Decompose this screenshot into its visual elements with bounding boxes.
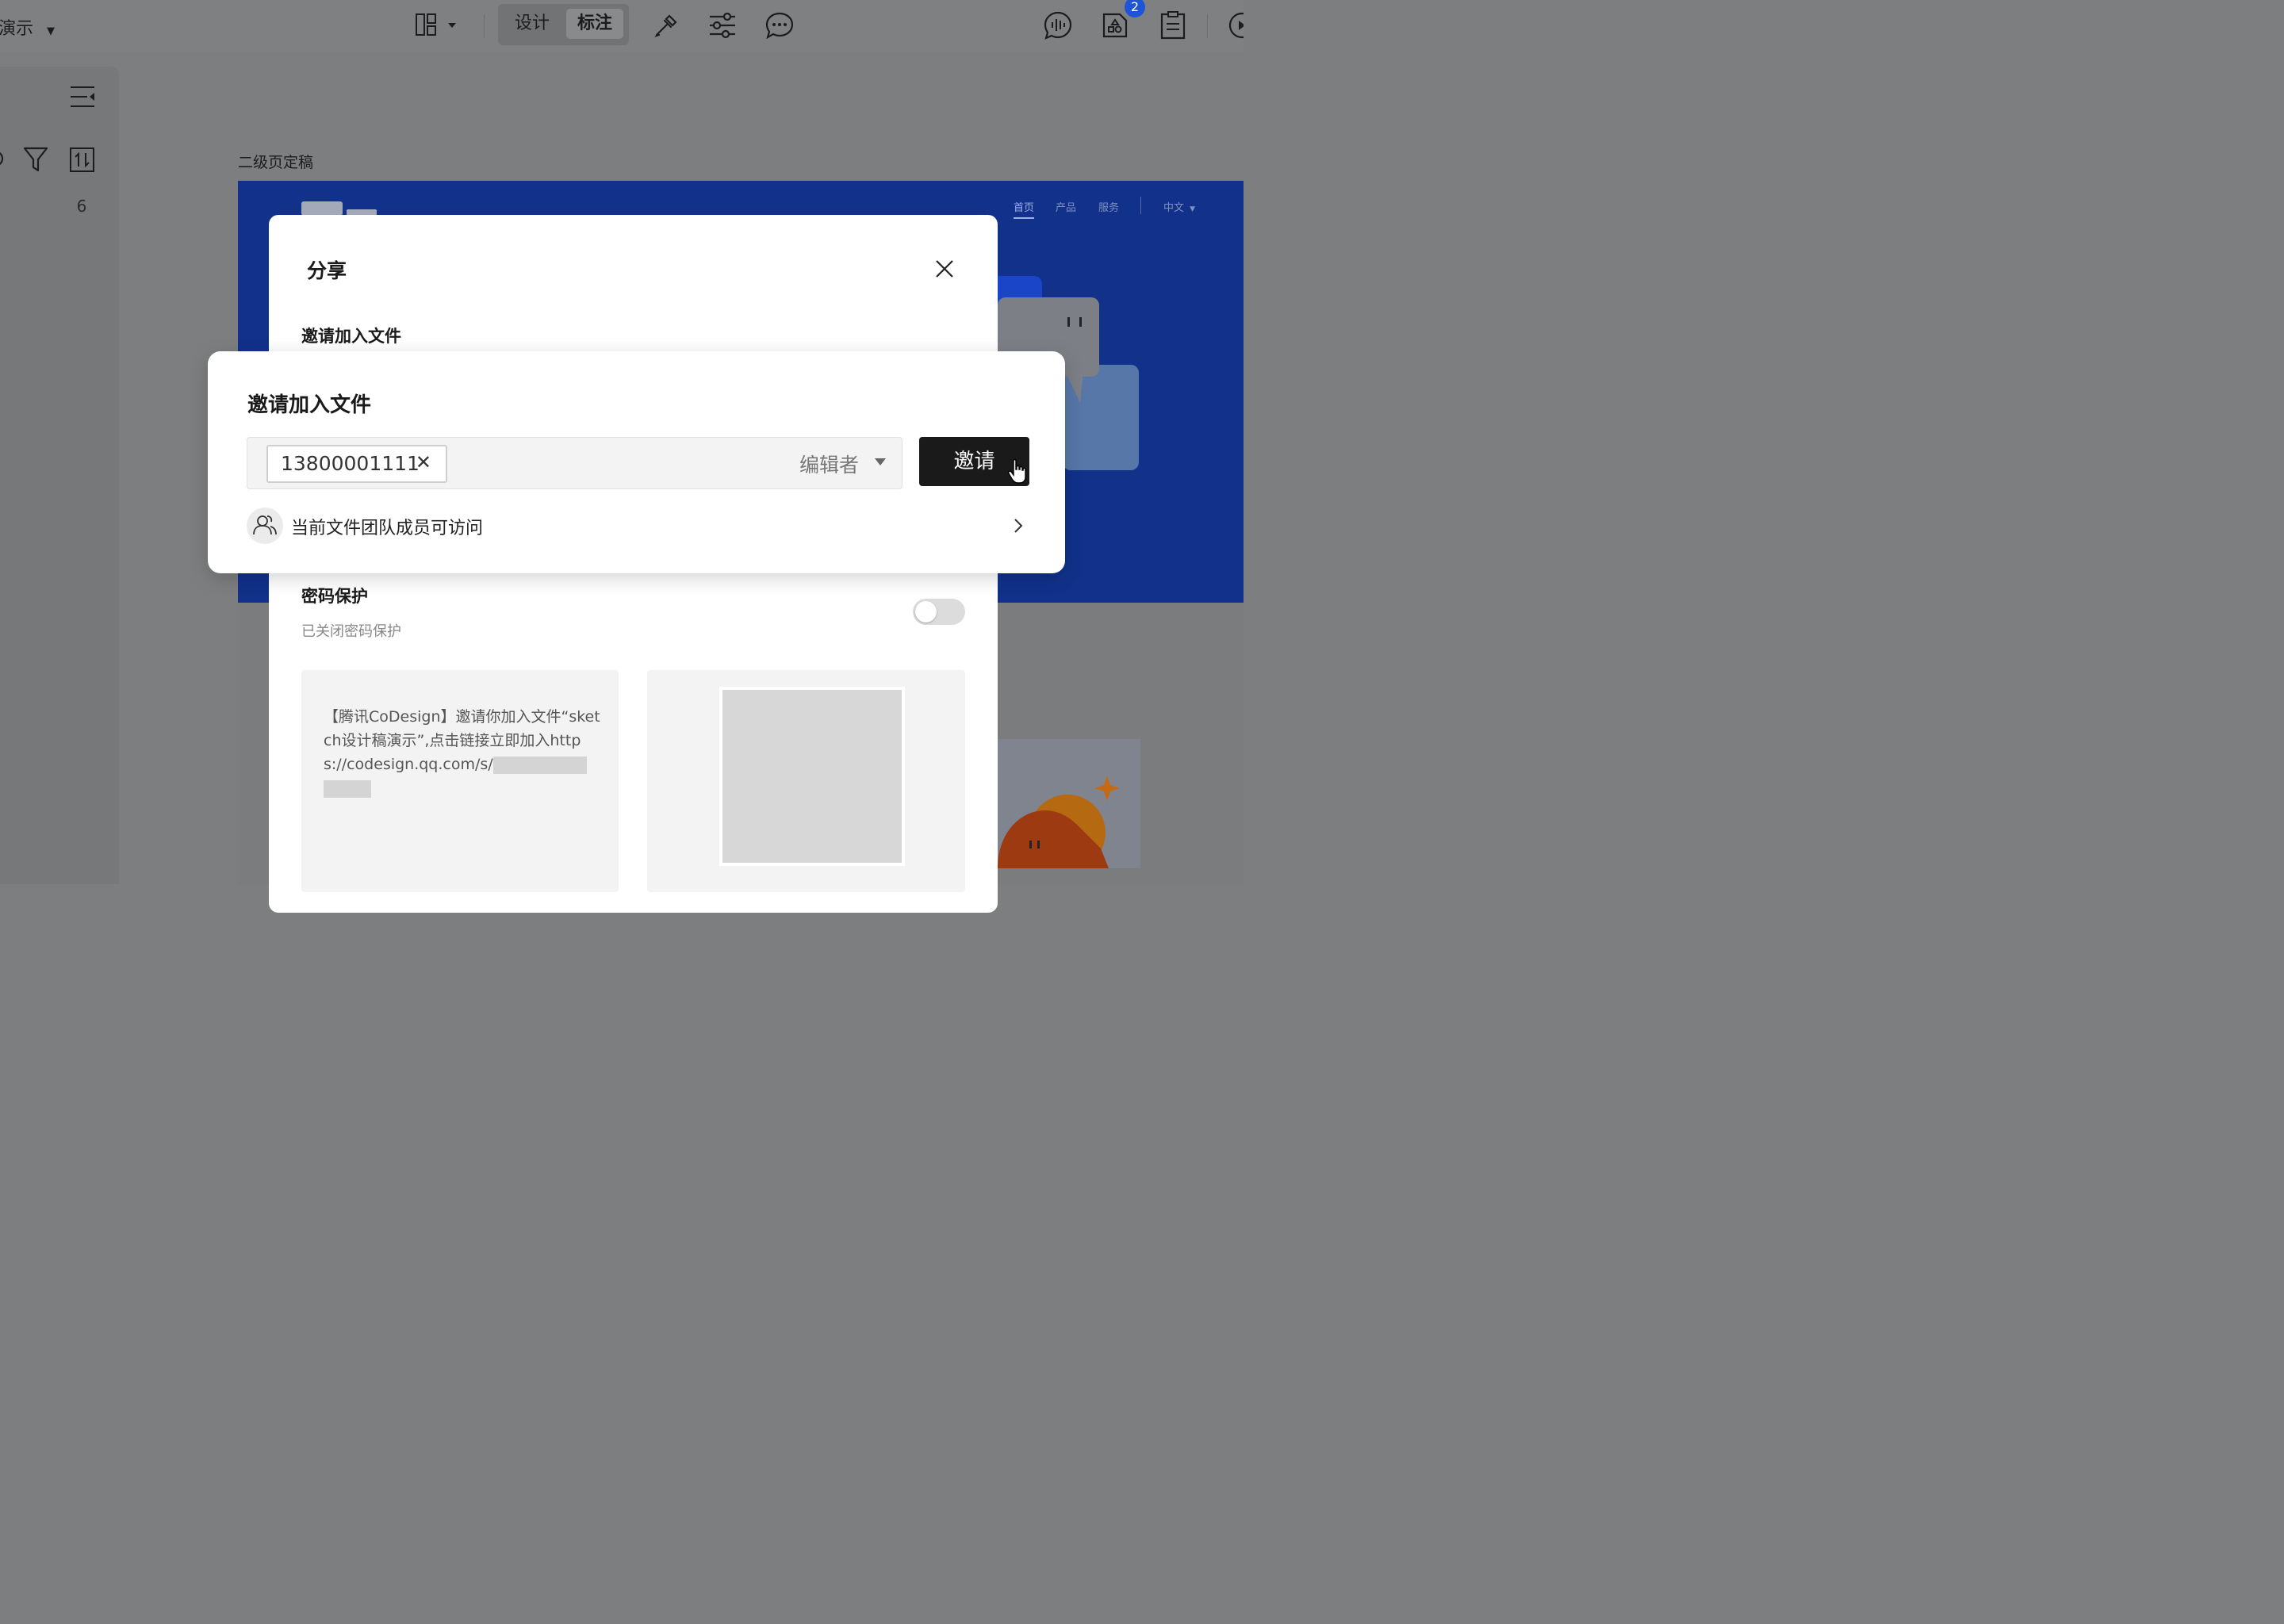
item-count: 6	[76, 197, 87, 216]
close-button[interactable]	[933, 258, 956, 283]
assets-button[interactable]	[1101, 11, 1129, 43]
chat-bubble-tail-icon	[1066, 373, 1083, 403]
clipboard-icon	[1160, 11, 1186, 40]
artboard-nav-home: 首页	[1014, 199, 1035, 219]
chevron-down-icon: ▼	[1190, 205, 1196, 213]
presentation-label: 演示	[0, 19, 34, 39]
team-avatar	[247, 508, 283, 544]
comment-button[interactable]	[765, 11, 795, 43]
artboard-nav-language: 中文 ▼	[1163, 199, 1195, 214]
password-toggle[interactable]	[913, 599, 965, 625]
artboard-nav-services: 服务	[1098, 202, 1120, 214]
notes-button[interactable]	[1159, 10, 1186, 44]
eyedropper-button[interactable]	[652, 11, 680, 43]
comment-icon	[765, 12, 794, 40]
sort-icon	[70, 147, 94, 172]
present-button[interactable]	[1226, 11, 1255, 43]
hand-cursor-icon	[1008, 458, 1026, 484]
close-icon	[936, 260, 953, 278]
password-protection-title: 密码保护	[301, 587, 368, 606]
artboard-nav-products: 产品	[1056, 202, 1077, 214]
share-dialog-title: 分享	[307, 259, 347, 282]
team-members-icon	[253, 515, 277, 535]
assets-icon	[1102, 13, 1128, 38]
voice-chat-icon	[1044, 11, 1072, 40]
share-link-text: 【腾讯CoDesign】邀请你加入文件“sketch设计稿演示”,点击链接立即加…	[324, 705, 603, 800]
invitee-chip[interactable]: 13800001111 ✕	[266, 445, 447, 483]
toolbar-divider	[484, 14, 485, 38]
toolbar-divider	[1207, 14, 1208, 38]
invitee-phone: 13800001111	[281, 452, 420, 475]
redacted-link	[324, 779, 371, 798]
layout-icon	[416, 13, 456, 36]
redacted-link	[492, 756, 587, 774]
invite-dialog-title: 邀请加入文件	[247, 393, 372, 417]
access-settings-row[interactable]: 当前文件团队成员可访问	[247, 508, 1032, 546]
role-select[interactable]: 编辑者	[799, 450, 859, 478]
voice-button[interactable]	[1042, 10, 1074, 44]
page-title[interactable]: 二级页定稿	[238, 151, 313, 172]
access-scope-text: 当前文件团队成员可访问	[291, 519, 484, 538]
sliders-icon	[710, 12, 735, 39]
chevron-down-icon: ▼	[47, 25, 56, 37]
password-protection-status: 已关闭密码保护	[301, 623, 401, 640]
artboard-logo	[301, 201, 343, 216]
remove-invitee-icon[interactable]: ✕	[416, 451, 431, 473]
adjust-button[interactable]	[708, 12, 737, 42]
sort-button[interactable]	[69, 147, 96, 177]
presentation-menu[interactable]: 演示 ▼	[0, 14, 55, 40]
illustration-eye	[1067, 317, 1070, 327]
layout-toggle-button[interactable]	[416, 13, 463, 41]
collapse-panel-button[interactable]	[68, 82, 97, 114]
qr-code-box	[647, 670, 965, 892]
role-dropdown-icon[interactable]	[875, 458, 886, 465]
filter-button[interactable]	[22, 146, 49, 176]
toggle-knob	[915, 601, 937, 622]
tab-annotate[interactable]: 标注	[566, 9, 623, 39]
search-button[interactable]	[0, 147, 5, 174]
play-icon	[1228, 12, 1255, 39]
filter-icon	[23, 147, 48, 172]
search-icon	[0, 151, 4, 166]
sun-illustration-icon	[998, 776, 1120, 868]
illustration-eye	[1079, 317, 1082, 327]
share-link-box[interactable]: 【腾讯CoDesign】邀请你加入文件“sketch设计稿演示”,点击链接立即加…	[301, 670, 619, 892]
left-panel	[0, 67, 119, 884]
menu-collapse-icon	[71, 86, 94, 107]
artboard-nav-divider	[1140, 197, 1141, 214]
invite-section-title: 邀请加入文件	[301, 327, 401, 346]
eyedropper-icon	[654, 14, 677, 38]
chevron-right-icon	[1014, 519, 1023, 533]
qr-code-image	[719, 687, 905, 866]
language-label: 中文	[1163, 202, 1185, 214]
tab-design[interactable]: 设计	[506, 9, 558, 39]
